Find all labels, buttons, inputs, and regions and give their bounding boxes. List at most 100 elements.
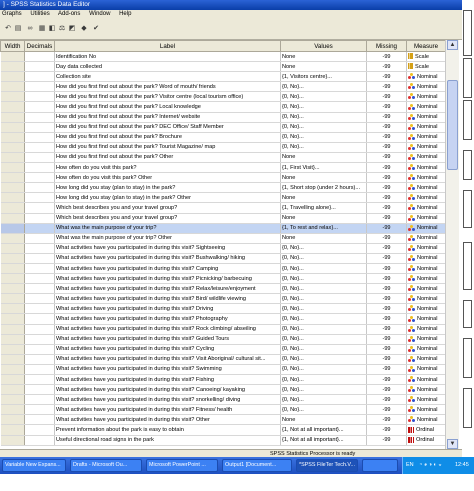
decimals-cell[interactable] <box>24 435 55 446</box>
width-cell[interactable] <box>0 182 25 194</box>
measure-cell[interactable]: Nominal <box>406 172 446 184</box>
values-cell[interactable]: {0, No}... <box>280 91 367 103</box>
width-cell[interactable] <box>0 303 25 315</box>
decimals-cell[interactable] <box>24 293 55 305</box>
width-cell[interactable] <box>0 374 25 386</box>
measure-cell[interactable]: Nominal <box>406 142 446 153</box>
width-cell[interactable] <box>0 162 25 174</box>
missing-cell[interactable]: -99 <box>366 142 407 153</box>
binoculars-icon[interactable]: ∞ <box>26 25 34 33</box>
measure-cell[interactable]: Nominal <box>406 81 446 93</box>
scroll-thumb[interactable] <box>447 80 458 170</box>
col-header-width[interactable]: Width <box>0 40 25 52</box>
missing-cell[interactable]: -99 <box>366 81 407 93</box>
width-cell[interactable] <box>0 172 25 184</box>
values-cell[interactable]: {0, No}... <box>280 344 367 355</box>
label-cell[interactable]: What activities have you participated in… <box>54 344 281 355</box>
values-cell[interactable]: None <box>280 152 367 164</box>
menu-help[interactable]: Help <box>119 11 131 17</box>
taskbar-item[interactable]: Drafts - Microsoft Ou... <box>70 459 142 472</box>
decimals-cell[interactable] <box>24 182 55 194</box>
menu-utilities[interactable]: Utilities <box>30 11 49 17</box>
col-header-missing[interactable]: Missing <box>366 40 407 52</box>
decimals-cell[interactable] <box>24 152 55 164</box>
label-cell[interactable]: Day data collected <box>54 61 281 73</box>
missing-cell[interactable]: -99 <box>366 344 407 355</box>
missing-cell[interactable]: -99 <box>366 424 407 436</box>
values-cell[interactable]: {0, No}... <box>280 303 367 315</box>
decimals-cell[interactable] <box>24 263 55 275</box>
measure-cell[interactable]: Nominal <box>406 243 446 254</box>
undo-icon[interactable]: ↶ <box>4 25 12 33</box>
label-cell[interactable]: What activities have you participated in… <box>54 334 281 345</box>
measure-cell[interactable]: Ordinal <box>406 424 446 436</box>
width-cell[interactable] <box>0 435 25 446</box>
width-cell[interactable] <box>0 233 25 244</box>
decimals-cell[interactable] <box>24 404 55 416</box>
variable-row[interactable]: Which best describes you and your travel… <box>0 202 446 214</box>
variable-row[interactable]: What was the main purpose of your trip? … <box>0 233 446 244</box>
decimals-cell[interactable] <box>24 253 55 264</box>
missing-cell[interactable]: -99 <box>366 223 407 234</box>
label-cell[interactable]: Collection site <box>54 71 281 83</box>
decimals-cell[interactable] <box>24 71 55 83</box>
width-cell[interactable] <box>0 253 25 264</box>
width-cell[interactable] <box>0 283 25 295</box>
print-icon[interactable]: ▤ <box>14 25 22 33</box>
missing-cell[interactable]: -99 <box>366 283 407 295</box>
measure-cell[interactable]: Nominal <box>406 324 446 335</box>
label-cell[interactable]: Useful directional road signs in the par… <box>54 435 281 446</box>
measure-cell[interactable]: Nominal <box>406 364 446 376</box>
width-cell[interactable] <box>0 324 25 335</box>
missing-cell[interactable]: -99 <box>366 384 407 396</box>
measure-cell[interactable]: Nominal <box>406 253 446 264</box>
width-cell[interactable] <box>0 334 25 345</box>
variable-row[interactable]: What activities have you participated in… <box>0 364 446 376</box>
missing-cell[interactable]: -99 <box>366 334 407 345</box>
width-cell[interactable] <box>0 424 25 436</box>
values-cell[interactable]: {1, First Visit}... <box>280 162 367 174</box>
label-cell[interactable]: What activities have you participated in… <box>54 303 281 315</box>
label-cell[interactable]: What activities have you participated in… <box>54 364 281 376</box>
variable-row[interactable]: Day data collected None -99 Scale <box>0 61 446 73</box>
missing-cell[interactable]: -99 <box>366 122 407 133</box>
variable-row[interactable]: Which best describes you and your travel… <box>0 213 446 224</box>
decimals-cell[interactable] <box>24 213 55 224</box>
weight-icon[interactable]: ⚖ <box>58 25 66 33</box>
values-cell[interactable]: {1, Short stop (under 2 hours)... <box>280 182 367 194</box>
variable-row[interactable]: What activities have you participated in… <box>0 344 446 355</box>
width-cell[interactable] <box>0 394 25 406</box>
measure-cell[interactable]: Nominal <box>406 71 446 83</box>
values-cell[interactable]: {0, No}... <box>280 243 367 254</box>
decimals-cell[interactable] <box>24 172 55 184</box>
label-cell[interactable]: How did you first find out about the par… <box>54 132 281 143</box>
values-cell[interactable]: {0, No}... <box>280 81 367 93</box>
measure-cell[interactable]: Nominal <box>406 354 446 365</box>
missing-cell[interactable]: -99 <box>366 162 407 174</box>
variable-row[interactable]: What activities have you participated in… <box>0 354 446 365</box>
variable-row[interactable]: What activities have you participated in… <box>0 414 446 426</box>
measure-cell[interactable]: Nominal <box>406 283 446 295</box>
width-cell[interactable] <box>0 202 25 214</box>
label-cell[interactable]: How did you first find out about the par… <box>54 152 281 164</box>
decimals-cell[interactable] <box>24 243 55 254</box>
variable-row[interactable]: How did you first find out about the par… <box>0 152 446 164</box>
label-cell[interactable]: What activities have you participated in… <box>54 253 281 264</box>
width-cell[interactable] <box>0 51 25 63</box>
decimals-cell[interactable] <box>24 61 55 73</box>
split-icon[interactable]: ◧ <box>48 25 56 33</box>
menu-graphs[interactable]: Graphs <box>2 11 22 17</box>
values-cell[interactable]: {0, No}... <box>280 324 367 335</box>
measure-cell[interactable]: Nominal <box>406 303 446 315</box>
variable-row[interactable]: What activities have you participated in… <box>0 303 446 315</box>
width-cell[interactable] <box>0 71 25 83</box>
label-cell[interactable]: What activities have you participated in… <box>54 263 281 275</box>
width-cell[interactable] <box>0 293 25 305</box>
decimals-cell[interactable] <box>24 81 55 93</box>
values-cell[interactable]: {1, Visitors centre}... <box>280 71 367 83</box>
col-header-decimals[interactable]: Decimals <box>24 40 55 52</box>
measure-cell[interactable]: Nominal <box>406 192 446 204</box>
label-cell[interactable]: How did you first find out about the par… <box>54 81 281 93</box>
values-cell[interactable]: {0, No}... <box>280 263 367 275</box>
values-cell[interactable]: {1, To rest and relax}... <box>280 223 367 234</box>
